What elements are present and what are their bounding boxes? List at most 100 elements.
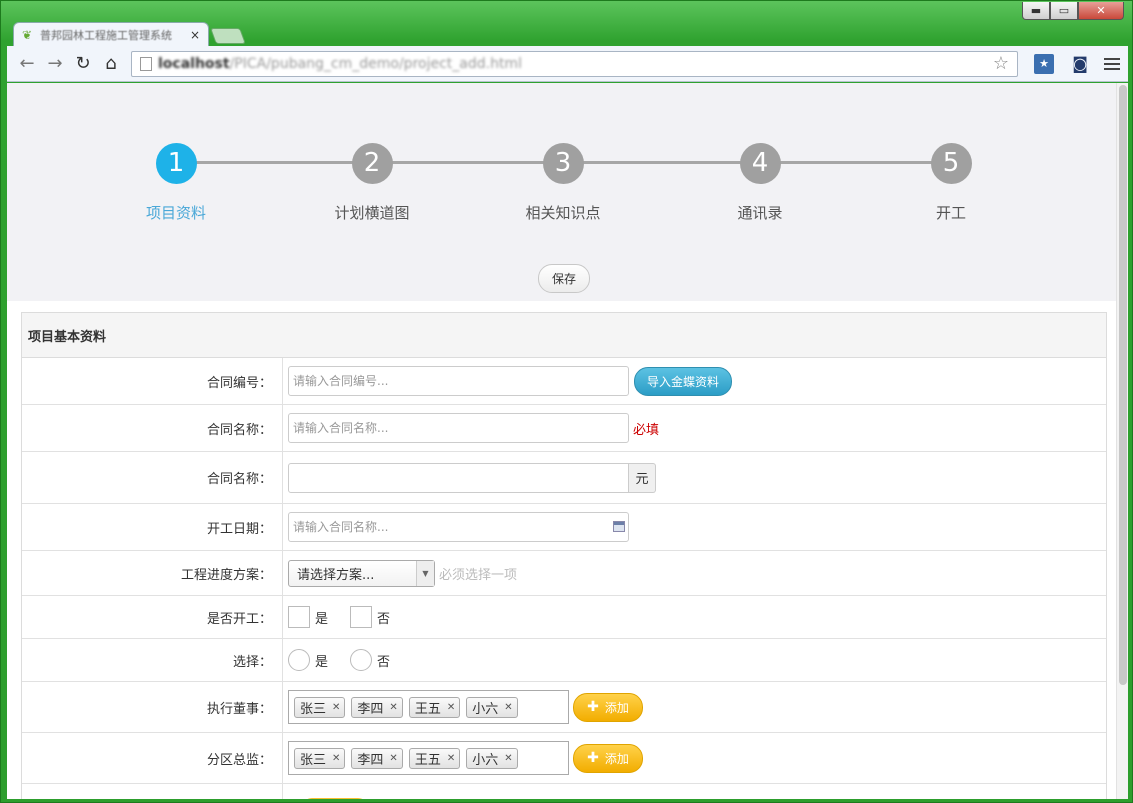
step-label: 开工	[935, 204, 966, 222]
option-label: 是	[315, 654, 329, 670]
camera-extension-icon[interactable]: ◙	[1070, 54, 1090, 74]
field-label: 工程进度方案：	[22, 551, 283, 595]
tag: 小六 ✕	[466, 747, 518, 769]
tag: 王五 ✕	[408, 747, 461, 769]
remove-tag-icon[interactable]: ✕	[504, 753, 512, 764]
executive-director-tag-input[interactable]: 张三 ✕ 李四 ✕ 王五 ✕ 小六 ✕	[288, 690, 569, 724]
tab-close-icon[interactable]: ×	[190, 28, 200, 42]
row-contract-no: 合同编号： 导入金蝶资料	[22, 358, 1106, 405]
remove-tag-icon[interactable]: ✕	[332, 753, 340, 764]
browser-toolbar: ← → ↻ ⌂ localhost/PICA/pubang_cm_demo/pr…	[7, 46, 1128, 82]
step-label: 通讯录	[737, 204, 783, 222]
option-label: 否	[377, 654, 391, 670]
row-contract-amount: 合同名称： 元	[22, 452, 1106, 504]
start-date-input[interactable]	[288, 512, 629, 542]
contract-amount-input[interactable]	[288, 462, 629, 493]
tag: 李四 ✕	[351, 747, 403, 769]
panel-title: 项目基本资料	[22, 313, 1106, 358]
district-director-tag-input[interactable]: 张三 ✕ 李四 ✕ 王五 ✕ 小六 ✕	[288, 741, 569, 775]
row-contract-name: 合同名称： 必填	[22, 405, 1106, 452]
tag: 小六 ✕	[466, 696, 518, 718]
option-label: 是	[315, 611, 329, 627]
plus-icon: ✚	[587, 750, 599, 766]
field-label: 选择：	[22, 639, 283, 681]
bookmark-star-icon[interactable]: ☆	[993, 53, 1009, 74]
minimize-button[interactable]: ▬	[1022, 2, 1050, 20]
bookmark-extension-icon[interactable]: ★	[1034, 53, 1054, 74]
vertical-scrollbar[interactable]	[1116, 83, 1128, 799]
tag: 王五 ✕	[408, 696, 461, 718]
field-label: 合同名称：	[22, 452, 283, 503]
remove-tag-icon[interactable]: ✕	[332, 702, 340, 713]
currency-addon: 元	[629, 462, 656, 493]
step-3[interactable]: 3 相关知识点	[493, 143, 633, 223]
browser-tab[interactable]: ❦ 普邦园林工程施工管理系统 ×	[13, 22, 209, 47]
required-note: 必填	[633, 422, 660, 438]
step-label: 相关知识点	[525, 204, 601, 222]
remove-tag-icon[interactable]: ✕	[389, 702, 397, 713]
select-hint: 必须选择一项	[439, 567, 518, 583]
radio-no[interactable]	[350, 649, 373, 671]
checkbox-yes[interactable]	[288, 606, 310, 628]
chevron-down-icon: ▼	[416, 560, 434, 586]
close-window-button[interactable]: ✕	[1078, 2, 1124, 20]
field-label: 合同编号：	[22, 358, 283, 404]
row-district-director: 分区总监： 张三 ✕ 李四 ✕ 王五 ✕ 小六 ✕ ✚ 添加	[22, 733, 1106, 784]
contract-no-input[interactable]	[288, 366, 629, 396]
plus-icon: ✚	[587, 699, 599, 715]
partial-orange-button[interactable]	[302, 798, 368, 799]
back-arrow-icon[interactable]: ←	[15, 52, 39, 76]
remove-tag-icon[interactable]: ✕	[504, 702, 512, 713]
leaf-favicon-icon: ❦	[22, 28, 33, 42]
new-tab-button[interactable]	[210, 28, 246, 44]
basic-info-panel: 项目基本资料 合同编号： 导入金蝶资料 合同名称： 必填 合同名称：	[21, 312, 1107, 799]
import-kingdee-button[interactable]: 导入金蝶资料	[634, 366, 733, 396]
row-next-partial	[22, 784, 1106, 799]
save-button[interactable]: 保存	[538, 264, 590, 293]
scrollbar-thumb[interactable]	[1119, 85, 1127, 685]
tab-strip: ❦ 普邦园林工程施工管理系统 ×	[13, 21, 246, 47]
address-bar[interactable]: localhost/PICA/pubang_cm_demo/project_ad…	[131, 50, 1018, 77]
step-number: 3	[542, 143, 584, 184]
option-label: 否	[377, 611, 391, 627]
menu-icon[interactable]	[1104, 57, 1120, 70]
row-choice: 选择： 是 否	[22, 639, 1106, 682]
radio-yes[interactable]	[288, 649, 310, 671]
home-icon[interactable]: ⌂	[99, 52, 123, 76]
step-label: 计划横道图	[334, 204, 410, 222]
step-number: 1	[155, 143, 197, 184]
tag: 张三 ✕	[294, 696, 346, 718]
browser-window: ▬ ▭ ✕ ❦ 普邦园林工程施工管理系统 × ← → ↻ ⌂ localhost…	[0, 0, 1133, 803]
wizard-steps: 1 项目资料 2 计划横道图 3 相关知识点 4 通讯录 5 开工 保存	[7, 83, 1116, 301]
field-label: 是否开工：	[22, 596, 283, 638]
reload-icon[interactable]: ↻	[71, 52, 95, 76]
step-5[interactable]: 5 开工	[881, 143, 1021, 223]
step-4[interactable]: 4 通讯录	[690, 143, 830, 223]
remove-tag-icon[interactable]: ✕	[447, 753, 455, 764]
forward-arrow-icon[interactable]: →	[43, 52, 67, 76]
checkbox-no[interactable]	[350, 606, 373, 628]
tag: 李四 ✕	[351, 696, 403, 718]
field-label: 分区总监：	[22, 733, 283, 783]
row-started: 是否开工： 是 否	[22, 596, 1106, 639]
field-label: 合同名称：	[22, 405, 283, 451]
calendar-icon[interactable]	[613, 521, 625, 532]
remove-tag-icon[interactable]: ✕	[389, 753, 397, 764]
field-label: 开工日期：	[22, 504, 283, 550]
step-number: 5	[930, 143, 972, 184]
step-1[interactable]: 1 项目资料	[106, 143, 246, 223]
url-text: localhost/PICA/pubang_cm_demo/project_ad…	[158, 55, 522, 72]
contract-name-input[interactable]	[288, 413, 629, 443]
select-value: 请选择方案...	[297, 567, 375, 583]
remove-tag-icon[interactable]: ✕	[447, 702, 455, 713]
step-number: 2	[351, 143, 393, 184]
add-executive-director-button[interactable]: ✚ 添加	[573, 692, 643, 722]
step-number: 4	[739, 143, 781, 184]
add-district-director-button[interactable]: ✚ 添加	[573, 743, 643, 773]
step-2[interactable]: 2 计划横道图	[302, 143, 442, 223]
schedule-plan-select[interactable]: 请选择方案... ▼	[288, 559, 435, 587]
maximize-button[interactable]: ▭	[1050, 2, 1078, 20]
page-viewport: 1 项目资料 2 计划横道图 3 相关知识点 4 通讯录 5 开工 保存 项目基…	[7, 83, 1128, 799]
tab-title: 普邦园林工程施工管理系统	[40, 29, 172, 42]
row-schedule-plan: 工程进度方案： 请选择方案... ▼ 必须选择一项	[22, 551, 1106, 596]
